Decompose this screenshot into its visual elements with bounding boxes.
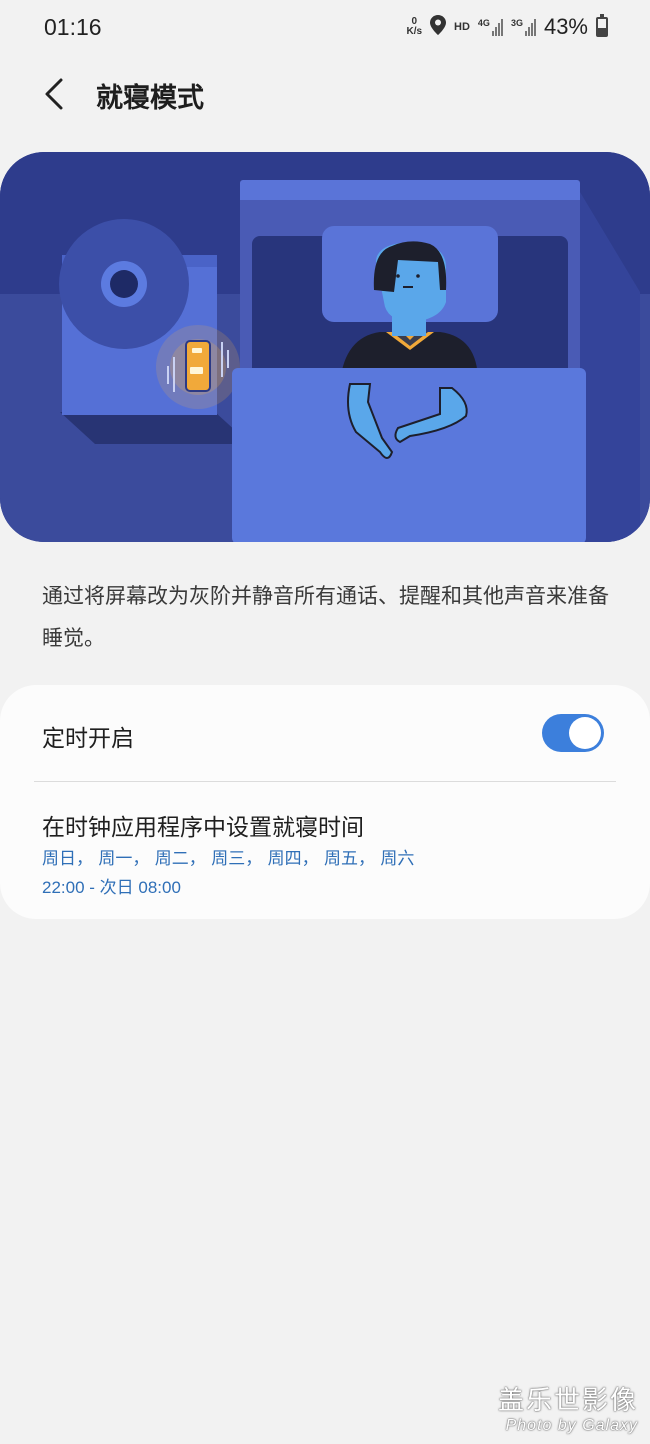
- signal-3g-label: 3G: [510, 17, 523, 28]
- signal-icon-secondary: 3G: [510, 17, 536, 36]
- schedule-days: 周日， 周一， 周二， 周三， 周四， 周五， 周六: [42, 849, 415, 869]
- status-icons: 0 K/s HD 4G 3G 43%: [406, 14, 608, 40]
- mode-description: 通过将屏幕改为灰阶并静音所有通话、提醒和其他声音来准备睡觉。: [42, 584, 609, 650]
- page-title: 就寝模式: [96, 83, 204, 114]
- scheduled-toggle[interactable]: [542, 714, 604, 752]
- signal-4g-label: 4G: [477, 17, 490, 28]
- net-speed-indicator: 0 K/s: [406, 17, 422, 37]
- status-bar: 01:16 0 K/s HD 4G 3G 43%: [0, 0, 650, 58]
- watermark-cn: 盖乐世影像: [497, 1386, 638, 1416]
- scheduled-setting-row[interactable]: 定时开启: [0, 685, 650, 781]
- watermark-en: Photo by Galaxy: [505, 1417, 638, 1434]
- clock-bedtime-row[interactable]: 在时钟应用程序中设置就寝时间 周日， 周一， 周二， 周三， 周四， 周五， 周…: [0, 782, 650, 919]
- status-time: 01:16: [44, 14, 102, 40]
- watermark: 盖乐世影像 Photo by Galaxy: [498, 1380, 638, 1435]
- toggle-knob: [569, 717, 601, 749]
- app-header: 就寝模式: [0, 58, 650, 138]
- sleep-illustration: [0, 152, 650, 542]
- schedule-time: 22:00 - 次日 08:00: [42, 878, 181, 897]
- location-icon: [430, 14, 447, 40]
- signal-icon: 4G: [477, 17, 503, 36]
- settings-card: 定时开启 在时钟应用程序中设置就寝时间 周日， 周一， 周二， 周三， 周四， …: [0, 685, 650, 919]
- net-speed-unit: K/s: [406, 26, 423, 37]
- clock-bedtime-title: 在时钟应用程序中设置就寝时间: [42, 815, 364, 841]
- chevron-left-icon: [45, 78, 63, 110]
- battery-icon: [596, 14, 608, 37]
- scheduled-label: 定时开启: [42, 726, 134, 752]
- hd-badge: HD: [454, 21, 470, 33]
- back-button[interactable]: [30, 70, 78, 118]
- battery-percent: 43%: [543, 14, 588, 39]
